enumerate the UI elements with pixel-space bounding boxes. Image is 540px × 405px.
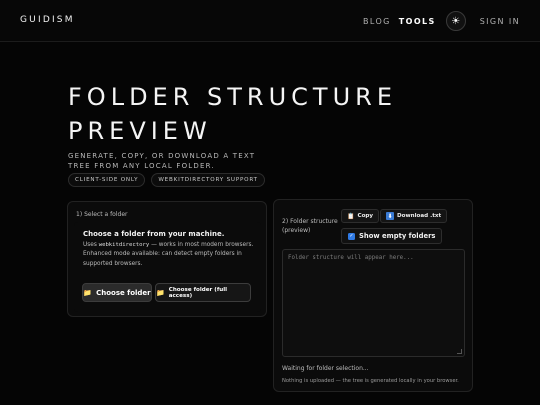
folder-icon: 📁	[156, 288, 165, 297]
download-button-label: Download .txt	[397, 213, 442, 219]
desc-suffix: — works in most modern browsers.	[149, 242, 254, 248]
sun-icon: ☀	[451, 15, 461, 27]
choose-folder-description: Uses webkitdirectory — works in most mod…	[83, 241, 255, 269]
nav-blog[interactable]: BLOG	[363, 17, 391, 26]
pill-client-side: CLIENT-SIDE ONLY	[68, 173, 146, 187]
pill-webkitdirectory: WEBKITDIRECTORY SUPPORT	[151, 173, 265, 187]
download-icon: ⬇	[386, 212, 394, 220]
page-title-line-2: PREVIEW	[68, 117, 212, 145]
nav-links: BLOG TOOLS ☀ SIGN IN	[363, 11, 520, 31]
folder-icon: 📁	[83, 288, 93, 297]
desc-prefix: Uses	[83, 242, 99, 248]
folder-structure-card: 2) Folder structure (preview) 📋 Copy ⬇ D…	[273, 199, 473, 392]
choose-folder-full-access-label: Choose folder (full access)	[168, 286, 228, 299]
show-empty-folders-label: Show empty folders	[359, 232, 436, 240]
tree-placeholder: Folder structure will appear here...	[288, 255, 414, 261]
select-folder-card: 1) Select a folder Choose a folder from …	[67, 201, 267, 317]
copy-button[interactable]: 📋 Copy	[341, 209, 380, 223]
top-nav-bar: GUIDISM BLOG TOOLS ☀ SIGN IN	[0, 0, 540, 42]
clipboard-icon: 📋	[347, 212, 355, 220]
page-title: FOLDER STRUCTURE PREVIEW	[68, 80, 397, 148]
tree-output-textarea[interactable]: Folder structure will appear here...	[282, 249, 465, 357]
resize-handle-icon[interactable]	[457, 349, 462, 354]
privacy-note: Nothing is uploaded — the tree is genera…	[282, 378, 459, 384]
brand-logo[interactable]: GUIDISM	[20, 15, 75, 25]
theme-toggle-button[interactable]: ☀	[445, 11, 466, 31]
show-empty-folders-toggle[interactable]: ✓ Show empty folders	[341, 228, 443, 244]
copy-button-label: Copy	[357, 213, 374, 219]
show-empty-folders-checkbox[interactable]: ✓	[348, 232, 355, 240]
select-folder-label: 1) Select a folder	[76, 211, 128, 218]
nav-tools[interactable]: TOOLS	[399, 17, 436, 26]
folder-structure-label: 2) Folder structure (preview)	[282, 218, 338, 234]
desc-code: webkitdirectory	[98, 242, 150, 248]
choose-folder-button-label: Choose folder	[96, 288, 151, 297]
choose-folder-title: Choose a folder from your machine.	[83, 230, 225, 238]
choose-folder-full-access-button[interactable]: 📁 Choose folder (full access)	[155, 283, 251, 302]
desc-enhanced: Enhanced mode available: can detect empt…	[83, 251, 242, 267]
folder-picker-box: Choose a folder from your machine. Uses …	[74, 222, 261, 312]
page-subtitle: GENERATE, COPY, OR DOWNLOAD A TEXT TREE …	[68, 152, 256, 170]
page-title-line-1: FOLDER STRUCTURE	[68, 83, 397, 111]
feature-pills: CLIENT-SIDE ONLY WEBKITDIRECTORY SUPPORT	[68, 173, 265, 187]
download-txt-button[interactable]: ⬇ Download .txt	[380, 209, 448, 223]
status-text: Waiting for folder selection...	[282, 365, 369, 372]
sign-in-link[interactable]: SIGN IN	[480, 17, 520, 26]
choose-folder-button[interactable]: 📁 Choose folder	[82, 283, 152, 302]
